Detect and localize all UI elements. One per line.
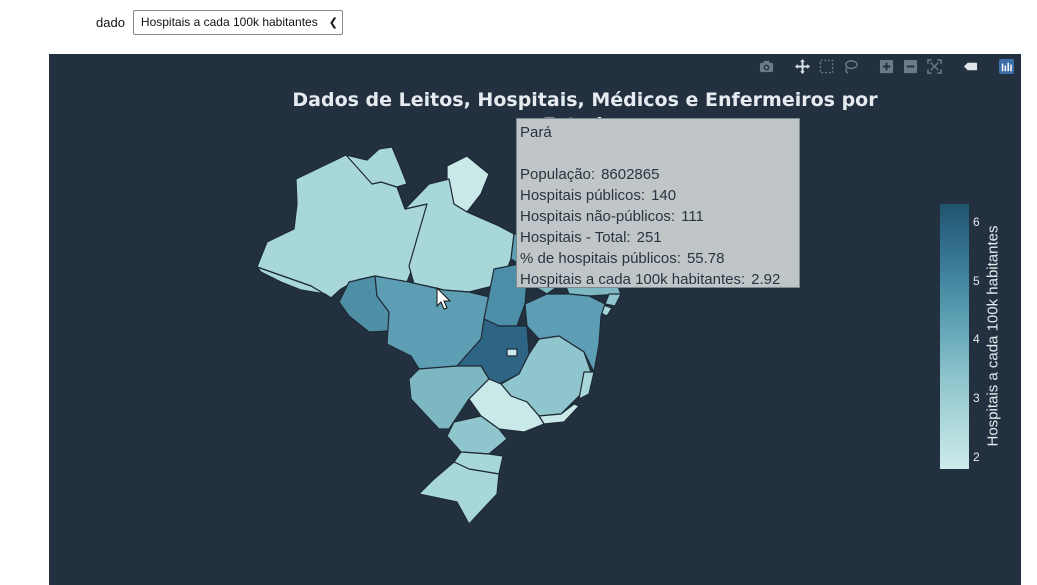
tooltip-row: Hospitais públicos: 140	[520, 185, 799, 206]
colorbar-tick: 2	[973, 450, 980, 465]
tooltip-row: Hospitais a cada 100k habitantes: 2.92	[520, 269, 799, 290]
tooltip-row-label: % de hospitais públicos:	[520, 250, 681, 267]
data-dropdown[interactable]: Hospitais a cada 100k habitantes ❮	[132, 9, 343, 35]
colorbar-tick: 6	[973, 214, 980, 229]
tooltip-title: Pará	[520, 124, 552, 141]
tooltip-row-label: População:	[520, 166, 596, 183]
colorbar-tick: 3	[973, 391, 980, 406]
choropleth-plot[interactable]: Dados de Leitos, Hospitais, Médicos e En…	[49, 54, 1021, 585]
tooltip-row: Hospitais não-públicos: 111	[520, 206, 799, 227]
tooltip-row-value: 8602865	[601, 166, 660, 183]
tooltip-row: População: 8602865	[520, 164, 799, 185]
dropdown-value: Hospitais a cada 100k habitantes	[140, 15, 318, 29]
tooltip-row: Hospitais - Total: 251	[520, 227, 799, 248]
tooltip-row-label: Hospitais - Total:	[520, 229, 631, 246]
state-distrito-federal[interactable]	[506, 348, 518, 357]
tooltip-row-label: Hospitais a cada 100k habitantes:	[520, 271, 746, 288]
tooltip-row-value: 111	[681, 208, 704, 225]
colorbar-tick: 5	[973, 273, 980, 288]
colorbar-title: Hospitais a cada 100k habitantes	[984, 225, 1002, 447]
state-alagoas[interactable]	[604, 293, 622, 307]
tooltip-row-value: 251	[636, 229, 662, 246]
tooltip-row-value: 140	[651, 187, 677, 204]
tooltip-row-label: Hospitais públicos:	[520, 187, 646, 204]
selector-label: dado	[96, 14, 125, 30]
tooltip-row-label: Hospitais não-públicos:	[520, 208, 676, 225]
tooltip-row-value: 2.92	[751, 271, 781, 288]
colorbar-tick: 4	[973, 332, 980, 347]
tooltip-row: % de hospitais públicos: 55.78	[520, 248, 799, 269]
data-selector: dado Hospitais a cada 100k habitantes ❮	[96, 9, 343, 35]
tooltip-row-value: 55.78	[686, 250, 725, 267]
hover-tooltip: Pará População: 8602865 Hospitais públicos…	[516, 118, 800, 288]
chevron-down-icon: ❮	[328, 16, 338, 29]
colorbar-gradient	[940, 204, 969, 469]
